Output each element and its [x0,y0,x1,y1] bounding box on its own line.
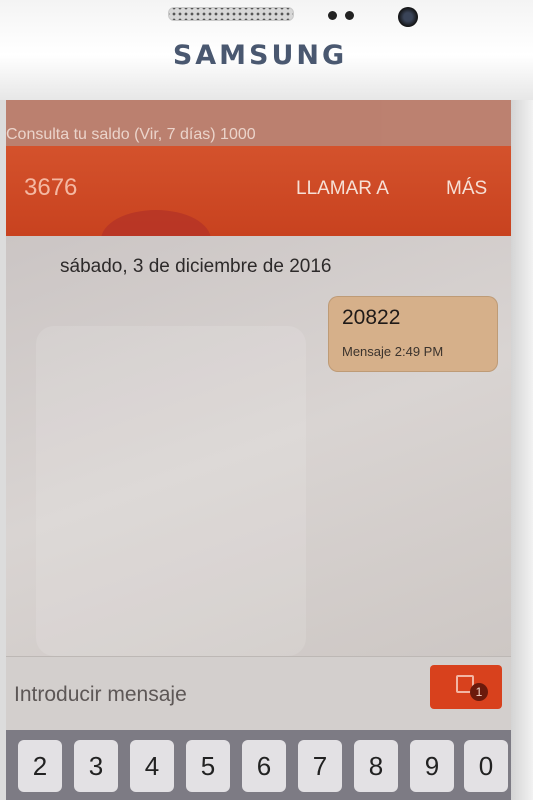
sim-badge: 1 [470,683,488,701]
phone-bezel-right [511,100,533,800]
message-composer: 1 [6,656,511,731]
key-9[interactable]: 9 [410,740,454,792]
send-button[interactable]: 1 [430,665,502,709]
key-4[interactable]: 4 [130,740,174,792]
key-3[interactable]: 3 [74,740,118,792]
notification-ticker: Consulta tu saldo (Vir, 7 días) 1000 [6,100,511,146]
key-0[interactable]: 0 [464,740,508,792]
key-8[interactable]: 8 [354,740,398,792]
more-button[interactable]: MÁS [446,178,487,200]
phone-bezel-top: SAMSUNG [0,0,533,100]
sent-message-bubble[interactable]: 20822 Mensaje 2:49 PM [328,296,498,372]
date-divider: sábado, 3 de diciembre de 2016 [60,256,332,277]
message-input[interactable] [12,677,396,713]
key-2[interactable]: 2 [18,740,62,792]
conversation-view[interactable]: sábado, 3 de diciembre de 2016 20822 Men… [6,236,511,656]
earpiece-speaker [168,7,294,21]
reflection-panel [36,326,306,656]
sensor-dot-icon [328,11,337,20]
key-6[interactable]: 6 [242,740,286,792]
call-button[interactable]: LLAMAR A [296,178,389,200]
keyboard: 2 3 4 5 6 7 8 9 0 [6,730,511,800]
front-camera-icon [398,7,418,27]
message-text: 20822 [342,306,401,329]
action-bar: 3676 LLAMAR A MÁS [6,146,511,236]
message-timestamp: Mensaje 2:49 PM [342,344,444,359]
contact-number: 3676 [24,174,78,201]
brand-logo: SAMSUNG [172,40,348,71]
sensor-dot-icon [345,11,354,20]
key-5[interactable]: 5 [186,740,230,792]
key-7[interactable]: 7 [298,740,342,792]
phone-screen: Consulta tu saldo (Vir, 7 días) 1000 367… [6,100,511,800]
